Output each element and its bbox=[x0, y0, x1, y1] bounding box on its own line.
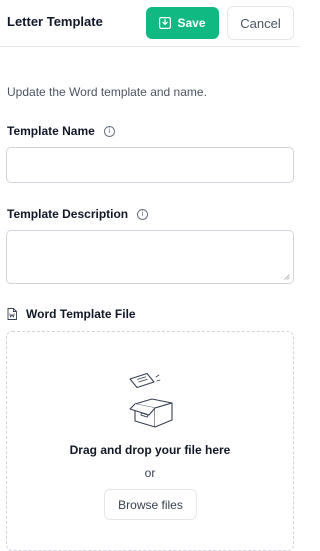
page-title: Letter Template bbox=[7, 14, 103, 29]
dropzone-instructions: Drag and drop your file here bbox=[69, 443, 231, 457]
template-description-textarea[interactable] bbox=[6, 230, 294, 284]
template-name-label: Template Name bbox=[7, 124, 115, 138]
cancel-button-label: Cancel bbox=[240, 15, 281, 31]
save-button-label: Save bbox=[177, 16, 206, 30]
template-name-label-text: Template Name bbox=[7, 124, 95, 138]
upload-box-icon bbox=[129, 372, 173, 428]
cancel-button[interactable]: Cancel bbox=[227, 6, 294, 40]
resize-handle-icon[interactable] bbox=[284, 274, 290, 280]
word-file-icon bbox=[7, 308, 17, 320]
template-description-label: Template Description bbox=[7, 207, 149, 221]
save-button[interactable]: Save bbox=[146, 7, 219, 39]
info-icon[interactable] bbox=[137, 208, 149, 220]
template-description-label-text: Template Description bbox=[7, 207, 129, 221]
header-bar: Letter Template Save Cancel bbox=[0, 0, 300, 47]
form-subtitle: Update the Word template and name. bbox=[7, 85, 207, 99]
save-icon bbox=[159, 17, 172, 29]
info-icon[interactable] bbox=[103, 125, 115, 137]
word-template-file-label-text: Word Template File bbox=[26, 307, 136, 321]
browse-files-button[interactable]: Browse files bbox=[104, 489, 197, 520]
browse-files-label: Browse files bbox=[118, 497, 183, 512]
word-template-file-label: Word Template File bbox=[7, 307, 136, 321]
dropzone-or-text: or bbox=[144, 466, 156, 480]
template-name-input[interactable] bbox=[6, 147, 294, 183]
